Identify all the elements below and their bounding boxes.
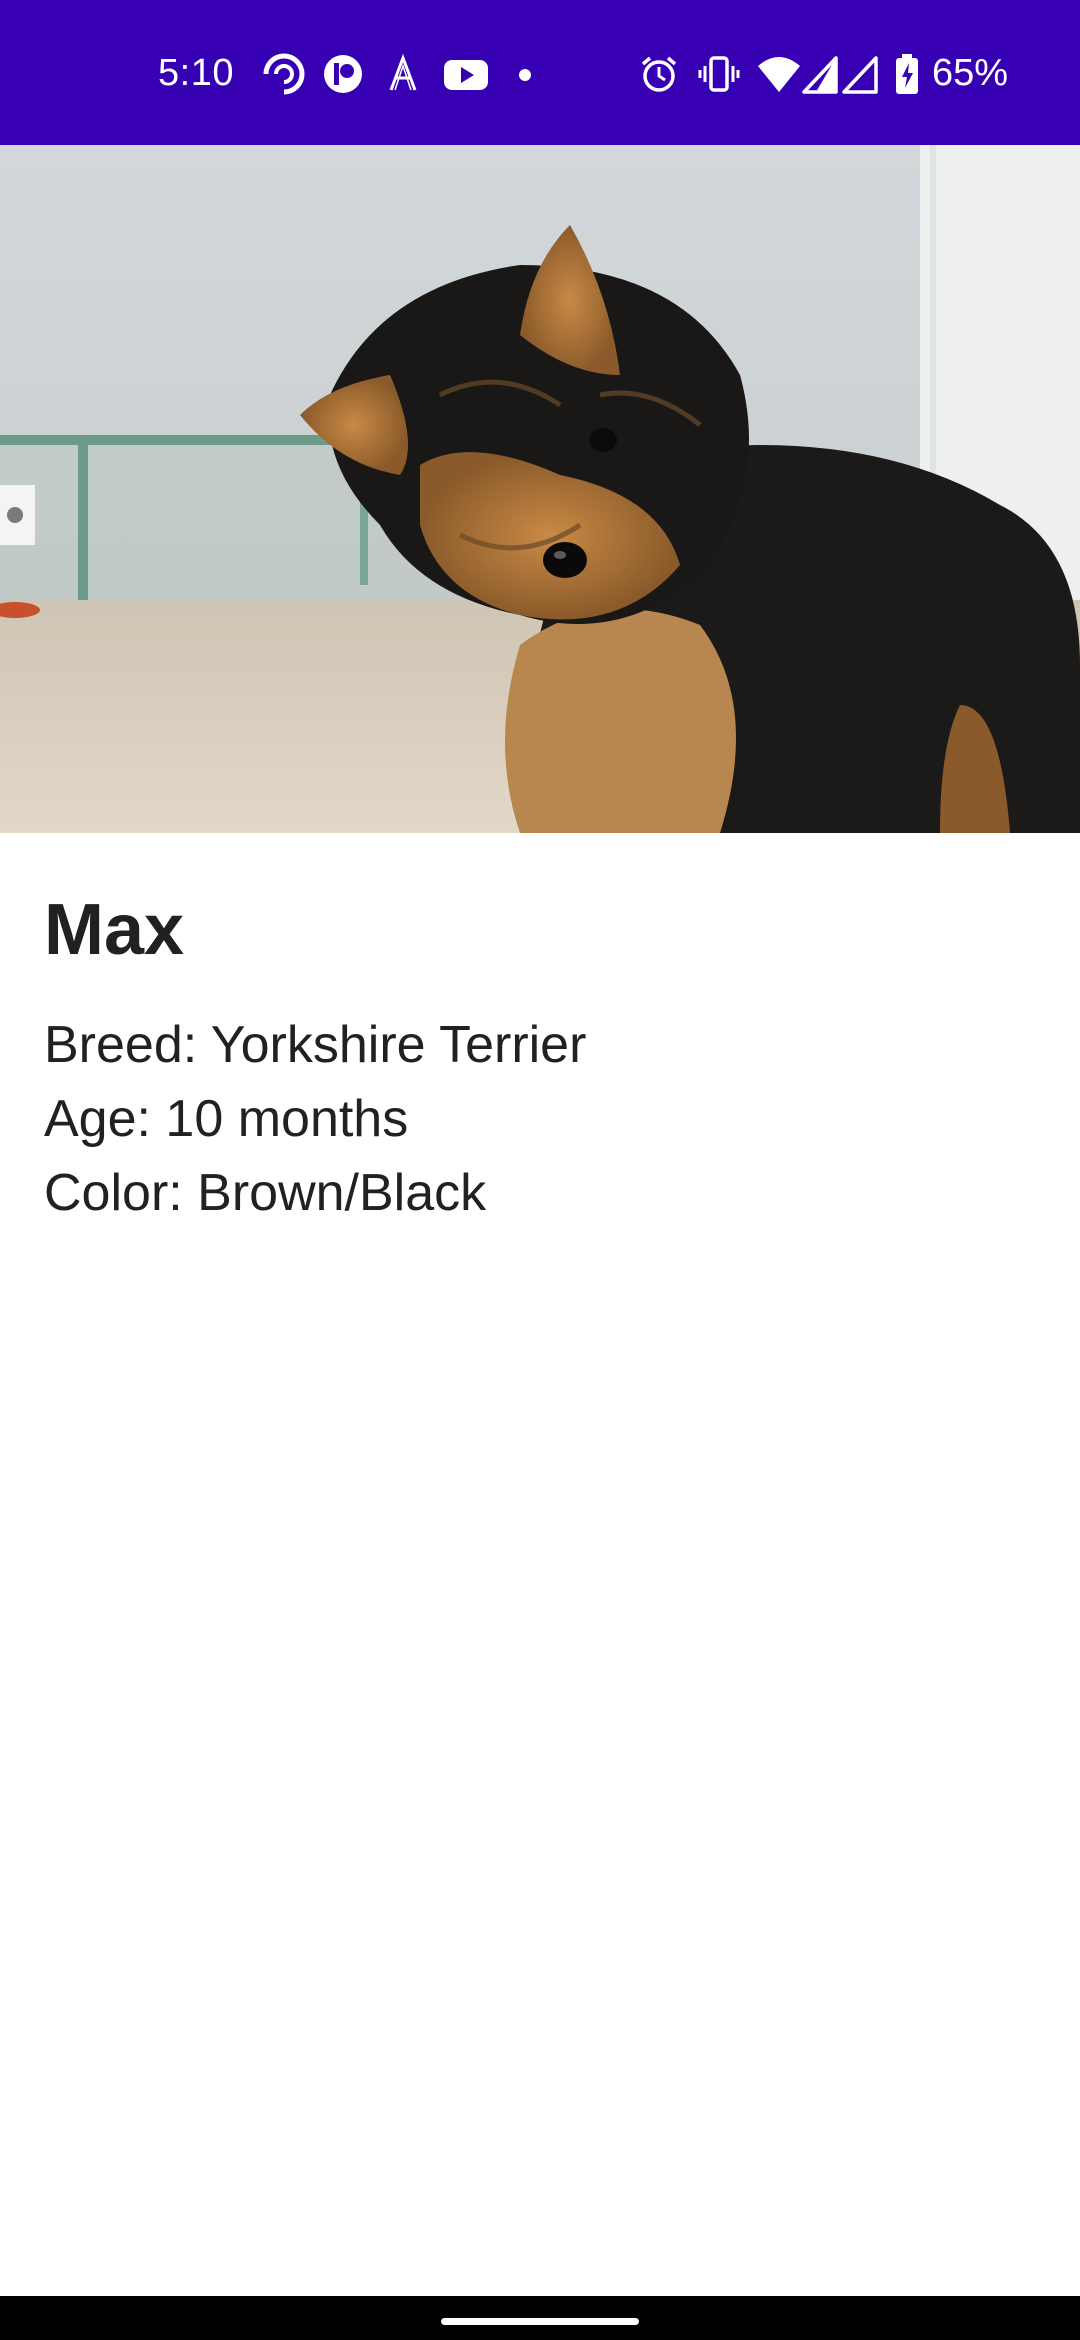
battery-percentage: 65% [932,52,1009,94]
status-time: 5:10 [158,52,234,94]
battery-charging-icon [892,52,922,96]
status-bar: 5:10 65% [0,0,1080,145]
navigation-bar [0,2296,1080,2340]
pet-breed: Breed: Yorkshire Terrier [44,1016,587,1074]
pocket-casts-icon [262,52,306,96]
alarm-icon [637,52,681,96]
patreon-icon [321,52,365,96]
pet-name: Max [44,890,185,970]
notification-dot-icon [513,52,537,96]
pet-age: Age: 10 months [44,1090,409,1148]
signal-icon [842,52,880,96]
wifi-icon [756,52,802,96]
pet-photo [0,145,1080,833]
home-gesture-handle[interactable] [441,2318,639,2325]
pet-details: Max Breed: Yorkshire Terrier Age: 10 mon… [44,880,1044,1230]
pet-color: Color: Brown/Black [44,1164,487,1222]
pet-attributes: Breed: Yorkshire Terrier Age: 10 months … [44,1008,1044,1230]
font-a-icon [381,52,425,96]
youtube-icon [441,52,491,96]
signal-icon [802,52,840,96]
yorkshire-terrier-photo [0,145,1080,833]
vibrate-icon [697,52,741,96]
